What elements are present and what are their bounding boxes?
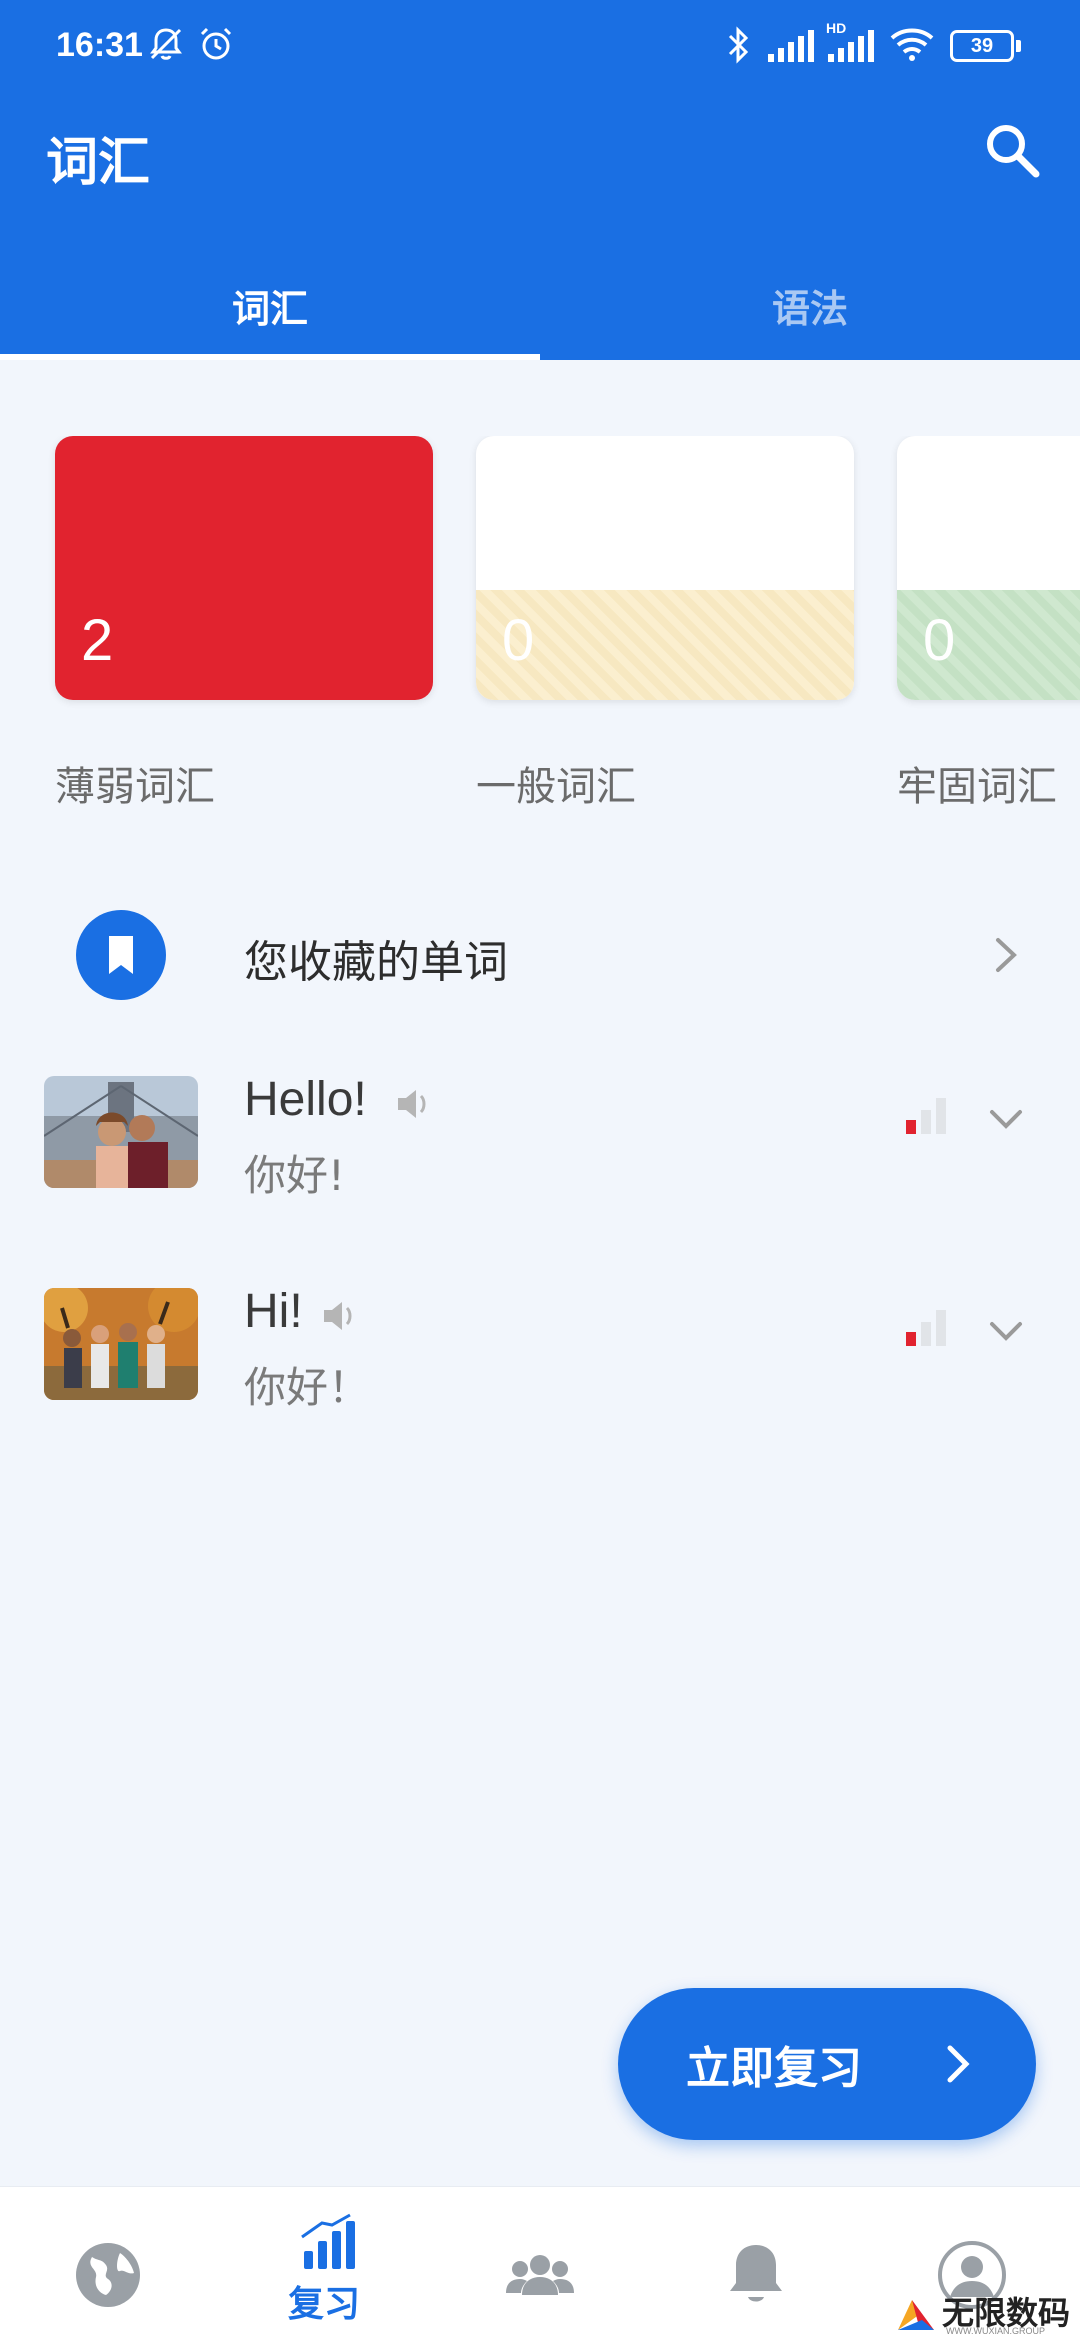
word-image xyxy=(44,1076,198,1188)
nav-notifications[interactable] xyxy=(648,2187,864,2340)
signal-icon xyxy=(768,30,814,62)
bell-icon xyxy=(730,2245,782,2302)
nav-review-label: 复习 xyxy=(287,2284,360,2325)
favorites-label: 您收藏的单词 xyxy=(244,937,508,988)
word-text: Hello! xyxy=(244,1073,367,1126)
battery-tip xyxy=(1016,40,1021,52)
nav-community[interactable] xyxy=(432,2187,648,2340)
search-icon[interactable] xyxy=(980,118,1044,182)
speaker-icon[interactable] xyxy=(394,1084,434,1124)
mute-bell-icon xyxy=(150,28,182,60)
tab-vocabulary[interactable]: 词汇 xyxy=(0,250,540,360)
chevron-down-icon[interactable] xyxy=(986,1316,1026,1346)
tab-grammar[interactable]: 语法 xyxy=(540,250,1080,360)
favorites-row[interactable]: 您收藏的单词 xyxy=(0,890,1080,1020)
list-item[interactable]: Hi! 你好！ xyxy=(0,1264,1080,1454)
word-translation: 你好！ xyxy=(244,1363,371,1412)
speaker-icon[interactable] xyxy=(320,1296,360,1336)
strong-card-body[interactable]: 0 xyxy=(897,436,1080,700)
weak-count: 2 xyxy=(81,608,114,673)
bookmark-icon xyxy=(76,910,166,1000)
battery-icon: 39 xyxy=(950,30,1014,62)
strength-level-icon xyxy=(906,1098,946,1134)
status-bar: 16:31 HD 39 xyxy=(0,0,1080,95)
weak-card-body[interactable]: 2 xyxy=(55,436,433,700)
tab-indicator xyxy=(0,354,540,360)
strength-cards: 2 薄弱词汇 0 一般词汇 0 牢固词汇 xyxy=(0,436,1080,816)
people-icon xyxy=(506,2255,574,2295)
chevron-right-icon xyxy=(996,938,1017,972)
chevron-right-icon xyxy=(947,2045,970,2083)
strong-label: 牢固词汇 xyxy=(897,764,1057,810)
word-text: Hi! xyxy=(244,1285,303,1338)
weak-label: 薄弱词汇 xyxy=(55,764,215,810)
page-title: 词汇 xyxy=(46,133,151,193)
signal-hd-icon xyxy=(828,30,874,62)
strong-words-card[interactable]: 0 牢固词汇 xyxy=(897,436,1080,812)
chevron-down-icon[interactable] xyxy=(986,1104,1026,1134)
status-time: 16:31 xyxy=(56,26,143,64)
alarm-icon xyxy=(200,27,232,60)
nav-review[interactable]: 复习 xyxy=(216,2187,432,2340)
watermark-sub: WWW.WUXIAN.GROUP xyxy=(946,2326,1045,2336)
chart-icon xyxy=(301,2213,355,2269)
watermark-logo-icon xyxy=(898,2300,934,2330)
watermark: 无限数码 WWW.WUXIAN.GROUP xyxy=(890,2288,1080,2340)
normal-count: 0 xyxy=(502,608,535,673)
bluetooth-icon xyxy=(728,26,749,64)
tab-bar: 词汇 语法 xyxy=(0,250,1080,360)
normal-label: 一般词汇 xyxy=(476,764,636,810)
wifi-icon xyxy=(890,28,934,61)
word-image xyxy=(44,1288,198,1400)
strength-level-icon xyxy=(906,1310,946,1346)
battery-level: 39 xyxy=(970,35,994,57)
list-item[interactable]: Hello! 你好! xyxy=(0,1052,1080,1242)
word-translation: 你好! xyxy=(244,1151,345,1200)
normal-card-body[interactable]: 0 xyxy=(476,436,854,700)
globe-icon xyxy=(76,2243,140,2307)
review-now-label: 立即复习 xyxy=(686,2043,862,2094)
strong-count: 0 xyxy=(923,608,956,673)
weak-words-card[interactable]: 2 薄弱词汇 xyxy=(55,436,435,812)
review-now-button[interactable]: 立即复习 xyxy=(618,1988,1036,2140)
nav-explore[interactable] xyxy=(0,2187,216,2340)
header: 16:31 HD 39 词汇 词汇 语法 xyxy=(0,0,1080,360)
normal-words-card[interactable]: 0 一般词汇 xyxy=(476,436,856,812)
